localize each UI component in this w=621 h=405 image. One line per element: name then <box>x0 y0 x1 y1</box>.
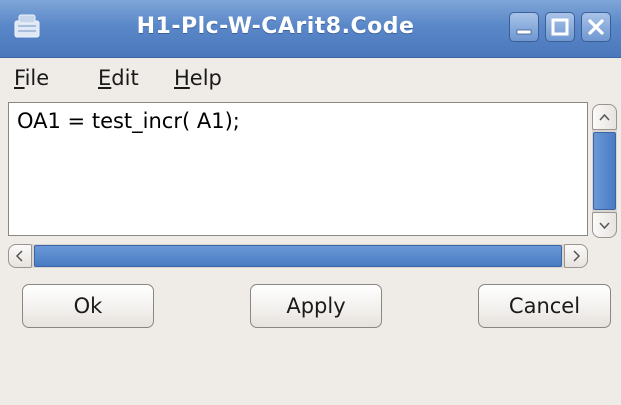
menu-edit[interactable]: Edit <box>98 66 139 90</box>
menu-help-mnemonic: H <box>174 66 190 90</box>
menu-file[interactable]: File <box>14 66 49 90</box>
close-icon <box>588 19 604 35</box>
scroll-up-button[interactable] <box>592 104 617 130</box>
chevron-right-icon <box>573 250 581 262</box>
code-editor-window: H1-Plc-W-CArit8.Code File Edit Help OA1 … <box>0 0 621 405</box>
ok-button[interactable]: Ok <box>22 284 154 328</box>
title-bar[interactable]: H1-Plc-W-CArit8.Code <box>0 0 621 58</box>
code-text-area[interactable]: OA1 = test_incr( A1); <box>8 102 588 236</box>
maximize-icon <box>551 18 569 36</box>
close-button[interactable] <box>581 12 611 42</box>
scroll-left-button[interactable] <box>8 244 32 268</box>
menu-edit-label: dit <box>111 66 139 90</box>
minimize-button[interactable] <box>509 12 539 42</box>
menu-file-label: ile <box>24 66 50 90</box>
minimize-icon <box>516 29 532 35</box>
apply-button[interactable]: Apply <box>250 284 382 328</box>
chevron-left-icon <box>15 250 23 262</box>
scroll-down-button[interactable] <box>592 212 617 238</box>
vertical-scroll-thumb[interactable] <box>593 132 616 210</box>
menu-bar: File Edit Help <box>0 58 621 98</box>
menu-edit-mnemonic: E <box>98 66 112 90</box>
scroll-right-button[interactable] <box>564 244 588 268</box>
menu-help-label: elp <box>189 66 222 90</box>
horizontal-scrollbar[interactable] <box>8 244 588 268</box>
chevron-down-icon <box>599 222 610 230</box>
maximize-button[interactable] <box>545 12 575 42</box>
code-line[interactable]: OA1 = test_incr( A1); <box>17 109 240 133</box>
chevron-up-icon <box>599 113 610 121</box>
menu-help[interactable]: Help <box>174 66 222 90</box>
horizontal-scroll-thumb[interactable] <box>34 245 562 267</box>
vertical-scrollbar[interactable] <box>592 104 617 238</box>
menu-file-mnemonic: F <box>14 66 25 90</box>
cancel-button[interactable]: Cancel <box>478 284 611 328</box>
